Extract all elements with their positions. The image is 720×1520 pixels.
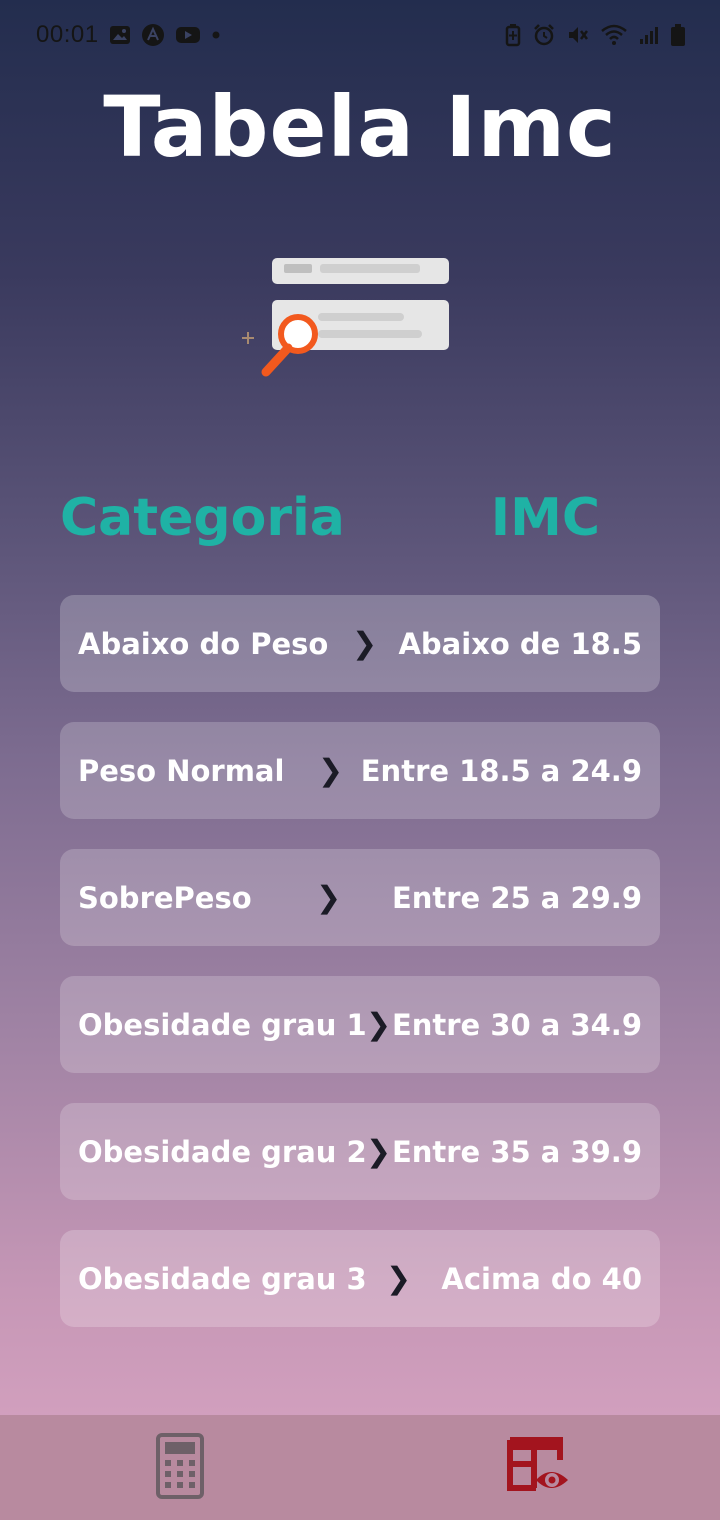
chevron-right-icon: ❯ xyxy=(352,626,378,661)
table-row[interactable]: Abaixo do Peso ❯ Abaixo de 18.5 xyxy=(60,595,660,692)
header-imc: IMC xyxy=(490,488,600,548)
gallery-icon xyxy=(109,25,131,45)
chevron-right-icon: ❯ xyxy=(366,1134,392,1169)
row-category: Obesidade grau 2 xyxy=(78,1134,367,1169)
row-category: Obesidade grau 1 xyxy=(78,1007,367,1042)
battery-icon xyxy=(670,23,686,47)
status-left: 00:01 xyxy=(36,21,221,49)
wifi-icon xyxy=(600,24,628,46)
row-value: Abaixo de 18.5 xyxy=(398,626,642,661)
status-time: 00:01 xyxy=(36,21,99,48)
chevron-right-icon: ❯ xyxy=(366,1007,392,1042)
search-list-illustration xyxy=(236,258,456,383)
imc-table: Abaixo do Peso ❯ Abaixo de 18.5 Peso Nor… xyxy=(60,595,660,1357)
mute-icon xyxy=(566,23,590,47)
row-value: Entre 18.5 a 24.9 xyxy=(360,753,642,788)
chevron-right-icon: ❯ xyxy=(386,1261,412,1296)
chevron-right-icon: ❯ xyxy=(318,753,344,788)
table-row[interactable]: Obesidade grau 3 ❯ Acima do 40 xyxy=(60,1230,660,1327)
app-icon xyxy=(141,23,165,47)
header-category: Categoria xyxy=(60,488,345,548)
table-view-icon xyxy=(506,1436,572,1496)
table-header: Categoria IMC xyxy=(60,488,660,558)
battery-saver-icon xyxy=(504,23,522,47)
row-category: Obesidade grau 3 xyxy=(78,1261,367,1296)
status-bar: 00:01 xyxy=(0,0,720,70)
row-category: Abaixo do Peso xyxy=(78,626,329,661)
table-row[interactable]: Obesidade grau 2 ❯ Entre 35 a 39.9 xyxy=(60,1103,660,1200)
table-row[interactable]: SobrePeso ❯ Entre 25 a 29.9 xyxy=(60,849,660,946)
row-category: Peso Normal xyxy=(78,753,285,788)
table-row[interactable]: Peso Normal ❯ Entre 18.5 a 24.9 xyxy=(60,722,660,819)
row-value: Acima do 40 xyxy=(441,1261,642,1296)
calculator-icon xyxy=(156,1432,204,1499)
row-value: Entre 25 a 29.9 xyxy=(391,880,642,915)
status-right xyxy=(504,23,686,47)
signal-icon xyxy=(638,24,660,46)
dot-icon xyxy=(211,30,221,40)
row-value: Entre 30 a 34.9 xyxy=(391,1007,642,1042)
nav-calculator[interactable] xyxy=(156,1432,204,1503)
nav-table[interactable] xyxy=(506,1436,572,1500)
bottom-nav xyxy=(0,1415,720,1520)
alarm-icon xyxy=(532,23,556,47)
youtube-icon xyxy=(175,25,201,45)
page-title: Tabela Imc xyxy=(103,78,617,176)
row-category: SobrePeso xyxy=(78,880,252,915)
table-row[interactable]: Obesidade grau 1 ❯ Entre 30 a 34.9 xyxy=(60,976,660,1073)
row-value: Entre 35 a 39.9 xyxy=(391,1134,642,1169)
chevron-right-icon: ❯ xyxy=(316,880,342,915)
